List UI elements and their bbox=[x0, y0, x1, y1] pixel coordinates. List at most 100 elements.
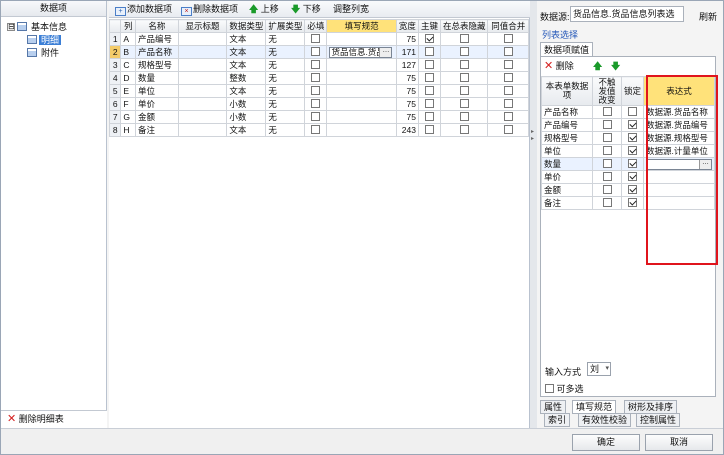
column-header[interactable]: 数据类型 bbox=[226, 19, 267, 33]
expression-cell[interactable]: 数据源.货品名称 bbox=[642, 105, 716, 119]
column-select-link[interactable]: 列表选择 bbox=[542, 28, 578, 41]
checkbox[interactable] bbox=[627, 172, 637, 181]
checkbox[interactable] bbox=[602, 198, 612, 207]
column-header[interactable]: 显示标题 bbox=[177, 19, 228, 33]
column-header[interactable]: 填写规范 bbox=[326, 19, 397, 33]
extension-type[interactable]: 无 bbox=[265, 58, 306, 72]
row-number[interactable]: 4 bbox=[108, 71, 122, 85]
tab-index[interactable]: 索引 bbox=[544, 413, 571, 427]
display-title[interactable] bbox=[177, 58, 228, 72]
row-number[interactable]: 6 bbox=[108, 97, 122, 111]
checkbox[interactable] bbox=[602, 159, 612, 168]
checkbox[interactable] bbox=[503, 47, 513, 56]
checkbox[interactable] bbox=[459, 34, 469, 43]
checkbox[interactable] bbox=[602, 146, 612, 155]
checkbox[interactable] bbox=[627, 185, 637, 194]
checkbox[interactable] bbox=[602, 133, 612, 142]
ellipsis-button[interactable]: … bbox=[379, 47, 392, 57]
width-value[interactable]: 75 bbox=[395, 97, 419, 111]
fill-rule-cell[interactable] bbox=[326, 32, 397, 46]
fill-rule-cell[interactable] bbox=[326, 110, 397, 124]
extension-type[interactable]: 无 bbox=[265, 32, 306, 46]
item-name[interactable]: 产品名称 bbox=[135, 45, 179, 59]
checkbox[interactable] bbox=[424, 86, 434, 95]
checkbox[interactable] bbox=[602, 120, 612, 129]
checkbox[interactable] bbox=[311, 99, 321, 108]
checkbox[interactable] bbox=[311, 86, 321, 95]
expression-cell[interactable]: … bbox=[642, 157, 716, 171]
arrow-down-icon[interactable]: 🡇 bbox=[611, 59, 620, 75]
table-row[interactable]: 单位 数据源.计量单位 bbox=[540, 144, 716, 158]
input-mode-select[interactable]: 刘 ▾ bbox=[587, 362, 611, 376]
checkbox[interactable] bbox=[311, 47, 321, 56]
adjust-column-width-button[interactable]: 调整列宽 bbox=[333, 3, 369, 16]
display-title[interactable] bbox=[177, 110, 228, 124]
checkbox[interactable] bbox=[503, 60, 513, 69]
width-value[interactable]: 75 bbox=[395, 84, 419, 98]
move-down-button[interactable]: 🡇 下移 bbox=[291, 3, 321, 16]
checkbox[interactable] bbox=[424, 47, 434, 56]
tree-node-detail[interactable]: 明细 bbox=[25, 34, 62, 47]
checkbox[interactable] bbox=[459, 47, 469, 56]
checkbox[interactable] bbox=[459, 60, 469, 69]
table-row[interactable]: 4 D 数量 整数无 75 bbox=[108, 71, 529, 85]
checkbox[interactable] bbox=[503, 99, 513, 108]
column-header[interactable]: 必填 bbox=[304, 19, 328, 33]
expression-cell[interactable]: 数据源.货品编号 bbox=[642, 118, 716, 132]
column-header[interactable]: 不触发值改变 bbox=[592, 76, 622, 106]
expression-cell[interactable] bbox=[642, 183, 716, 197]
data-type[interactable]: 文本 bbox=[226, 123, 267, 137]
width-value[interactable]: 75 bbox=[395, 32, 419, 46]
tab-properties[interactable]: 属性 bbox=[540, 400, 567, 414]
data-type[interactable]: 文本 bbox=[226, 45, 267, 59]
fill-rule-cell[interactable] bbox=[326, 97, 397, 111]
fill-rule-cell[interactable] bbox=[326, 58, 397, 72]
fill-rule-cell[interactable] bbox=[326, 123, 397, 137]
table-row[interactable]: 单价 bbox=[540, 170, 716, 184]
width-value[interactable]: 243 bbox=[395, 123, 419, 137]
cancel-button[interactable]: 取消 bbox=[645, 434, 713, 451]
item-name[interactable]: 金额 bbox=[135, 110, 179, 124]
add-item-button[interactable]: + 添加数据项 bbox=[115, 3, 172, 16]
column-header[interactable]: 名称 bbox=[135, 19, 179, 33]
data-type[interactable]: 文本 bbox=[226, 58, 267, 72]
checkbox[interactable] bbox=[311, 34, 321, 43]
table-row[interactable]: 5 E 单位 文本无 75 bbox=[108, 84, 529, 98]
checkbox[interactable] bbox=[311, 73, 321, 82]
checkbox[interactable] bbox=[459, 86, 469, 95]
panel-splitter[interactable]: ▸ ▸ bbox=[530, 1, 537, 428]
checkbox[interactable] bbox=[627, 198, 637, 207]
row-number[interactable]: 3 bbox=[108, 58, 122, 72]
extension-type[interactable]: 无 bbox=[265, 71, 306, 85]
checkbox[interactable] bbox=[503, 34, 513, 43]
checkbox[interactable] bbox=[503, 73, 513, 82]
delete-detail-table-button[interactable]: ✕ 删除明细表 bbox=[1, 410, 107, 428]
expression-cell[interactable] bbox=[642, 170, 716, 184]
data-type[interactable]: 文本 bbox=[226, 32, 267, 46]
checkbox[interactable] bbox=[602, 107, 612, 116]
item-name[interactable]: 备注 bbox=[135, 123, 179, 137]
arrow-up-icon[interactable]: 🡅 bbox=[593, 59, 602, 75]
extension-type[interactable]: 无 bbox=[265, 84, 306, 98]
column-header[interactable]: 扩展类型 bbox=[265, 19, 306, 33]
checkbox[interactable] bbox=[627, 120, 637, 129]
column-header[interactable]: 表达式 bbox=[642, 76, 716, 106]
checkbox[interactable] bbox=[424, 125, 434, 134]
data-type[interactable]: 文本 bbox=[226, 84, 267, 98]
ellipsis-button[interactable]: … bbox=[698, 159, 711, 169]
table-row[interactable]: 产品编号 数据源.货品编号 bbox=[540, 118, 716, 132]
column-header[interactable]: 列 bbox=[120, 19, 137, 33]
table-row[interactable]: 3 C 规格型号 文本无 127 bbox=[108, 58, 529, 72]
rule-editor-field[interactable]: 货品信息.货品… bbox=[329, 46, 393, 58]
tab-control-properties[interactable]: 控制属性 bbox=[636, 413, 681, 427]
column-header[interactable]: 宽度 bbox=[395, 19, 419, 33]
checkbox[interactable] bbox=[627, 159, 637, 168]
table-row[interactable]: 产品名称 数据源.货品名称 bbox=[540, 105, 716, 119]
row-number[interactable]: 1 bbox=[108, 32, 122, 46]
checkbox[interactable] bbox=[311, 60, 321, 69]
table-row[interactable]: 1 A 产品编号 文本无 75 bbox=[108, 32, 529, 46]
checkbox[interactable] bbox=[424, 73, 434, 82]
checkbox[interactable] bbox=[459, 112, 469, 121]
tab-validation[interactable]: 有效性校验 bbox=[578, 413, 632, 427]
table-row[interactable]: 7 G 金额 小数无 75 bbox=[108, 110, 529, 124]
